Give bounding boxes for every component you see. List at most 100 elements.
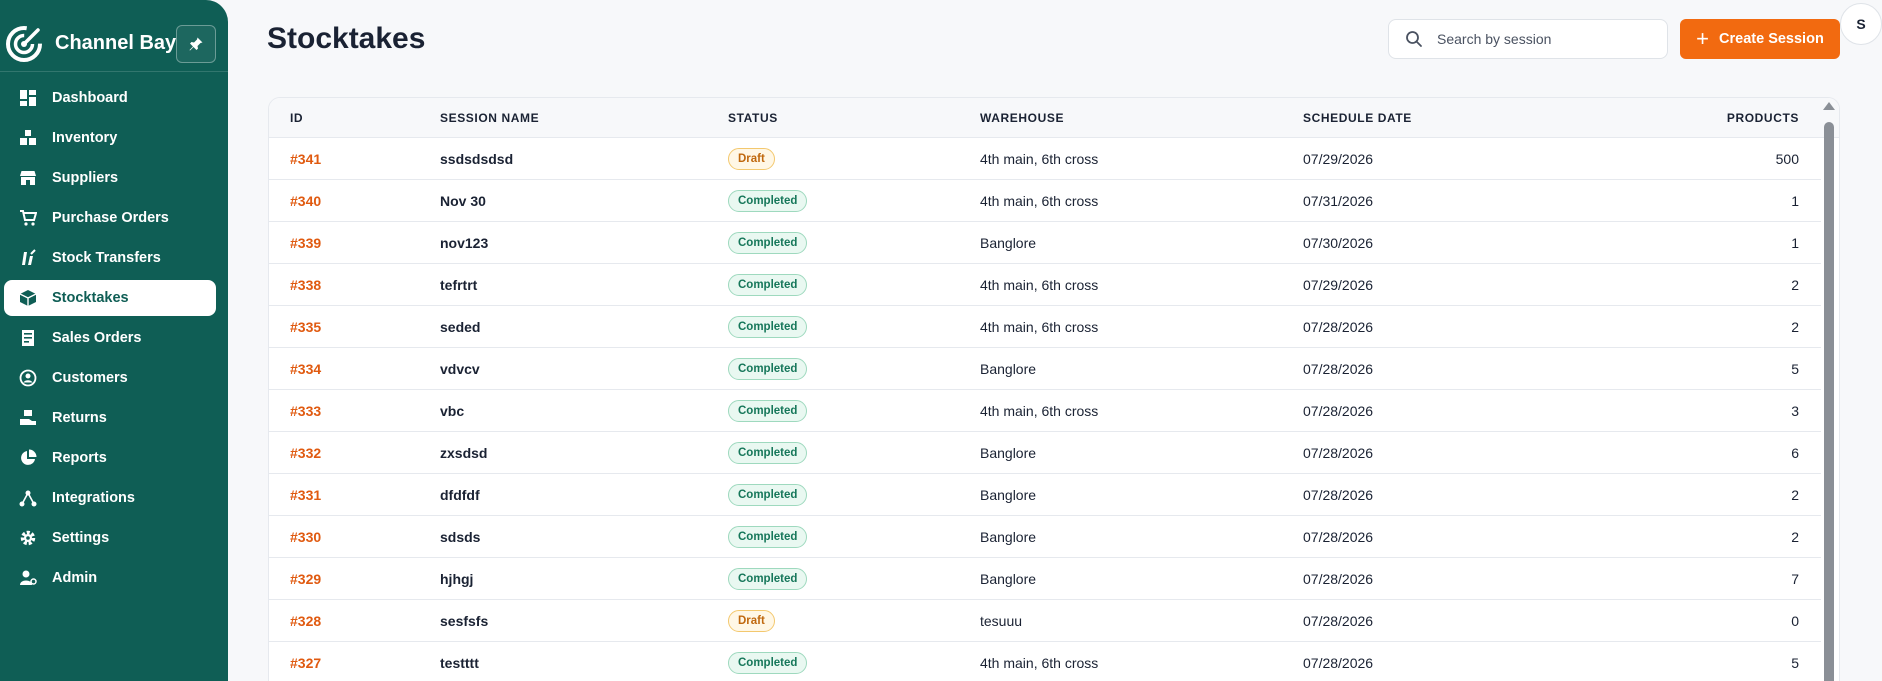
schedule-date: 07/28/2026 [1303,529,1374,545]
stocktake-id-link[interactable]: #332 [290,432,321,474]
schedule-date: 07/28/2026 [1303,361,1374,377]
sidebar-item-dashboard[interactable]: Dashboard [4,80,216,116]
admin-icon [18,568,38,588]
sidebar-item-purchase-orders[interactable]: Purchase Orders [4,200,216,236]
search-box[interactable] [1388,19,1668,59]
stocktake-id-link[interactable]: #335 [290,306,321,348]
stocktake-id-link[interactable]: #330 [290,516,321,558]
session-name: vdvcv [440,361,480,377]
warehouse-name: 4th main, 6th cross [980,403,1099,419]
warehouse-name: Banglore [980,361,1037,377]
stocktake-id-link[interactable]: #339 [290,222,321,264]
warehouse-name: 4th main, 6th cross [980,193,1099,209]
table-row[interactable]: #332 zxsdsd Completed Banglore 07/28/2026 6 [269,432,1821,474]
sidebar-item-label: Stocktakes [52,290,129,306]
avatar[interactable]: S [1840,3,1882,45]
table-row[interactable]: #333 vbc Completed 4th main, 6th cross 07/28… [269,390,1821,432]
status-cell: Completed [728,390,808,432]
sidebar: Channel Bay Dashboard Inventory Supplier… [0,0,228,681]
status-badge: Completed [728,651,808,675]
table-scrollbar[interactable] [1823,102,1835,681]
scroll-thumb[interactable] [1824,122,1834,681]
table-row[interactable]: #334 vdvcv Completed Banglore 07/28/2026 5 [269,348,1821,390]
customers-icon [18,368,38,388]
sidebar-item-integrations[interactable]: Integrations [4,480,216,516]
store-icon [18,168,38,188]
session-name: sdsds [440,529,481,545]
status-badge: Completed [728,483,808,507]
schedule-date: 07/28/2026 [1303,571,1374,587]
status-cell: Completed [728,180,808,222]
sidebar-item-returns[interactable]: Returns [4,400,216,436]
column-header-schedule-date[interactable]: SCHEDULE DATE [1303,111,1412,125]
products-count: 7 [1791,571,1799,587]
sidebar-item-stock-transfers[interactable]: Stock Transfers [4,240,216,276]
products-count: 2 [1791,487,1799,503]
column-header-status[interactable]: STATUS [728,111,778,125]
stocktake-id-link[interactable]: #341 [290,138,321,180]
table-row[interactable]: #339 nov123 Completed Banglore 07/30/2026 1 [269,222,1821,264]
table-row[interactable]: #329 hjhgj Completed Banglore 07/28/2026 7 [269,558,1821,600]
column-header-id[interactable]: ID [290,111,303,125]
table-row[interactable]: #327 testttt Completed 4th main, 6th cross 0… [269,642,1821,681]
column-header-products[interactable]: PRODUCTS [1679,111,1799,125]
sidebar-item-label: Integrations [52,490,135,506]
column-header-warehouse[interactable]: WAREHOUSE [980,111,1064,125]
scroll-up-arrow-icon[interactable] [1823,102,1835,110]
stocktake-id-link[interactable]: #329 [290,558,321,600]
table-row[interactable]: #340 Nov 30 Completed 4th main, 6th cross 07… [269,180,1821,222]
session-name: seded [440,319,481,335]
warehouse-name: Banglore [980,529,1037,545]
stocktake-id-link[interactable]: #334 [290,348,321,390]
session-name: nov123 [440,235,489,251]
search-input[interactable] [1437,31,1657,47]
warehouse-name: 4th main, 6th cross [980,655,1099,671]
sidebar-item-label: Purchase Orders [52,210,169,226]
stocktake-id-link[interactable]: #333 [290,390,321,432]
warehouse-name: Banglore [980,571,1037,587]
session-name: zxsdsd [440,445,488,461]
status-cell: Completed [728,306,808,348]
table-row[interactable]: #328 sesfsfs Draft tesuuu 07/28/2026 0 [269,600,1821,642]
products-count: 1 [1791,235,1799,251]
sidebar-item-settings[interactable]: Settings [4,520,216,556]
column-header-session-name[interactable]: SESSION NAME [440,111,539,125]
pin-sidebar-button[interactable] [176,25,216,63]
stocktake-id-link[interactable]: #327 [290,642,321,681]
stocktake-id-link[interactable]: #331 [290,474,321,516]
inventory-icon [18,128,38,148]
table-row[interactable]: #330 sdsds Completed Banglore 07/28/2026 2 [269,516,1821,558]
status-badge: Completed [728,441,808,465]
table-row[interactable]: #331 dfdfdf Completed Banglore 07/28/2026 2 [269,474,1821,516]
status-badge: Completed [728,231,808,255]
stocktake-id-link[interactable]: #338 [290,264,321,306]
channel-bay-logo-icon[interactable] [4,24,44,64]
stocktake-id-link[interactable]: #340 [290,180,321,222]
create-session-button[interactable]: + Create Session [1680,19,1840,59]
sidebar-item-stocktakes[interactable]: Stocktakes [4,280,216,316]
session-name: hjhgj [440,571,474,587]
status-badge: Completed [728,525,808,549]
table-row[interactable]: #338 tefrtrt Completed 4th main, 6th cross 0… [269,264,1821,306]
products-count: 5 [1791,655,1799,671]
sidebar-item-sales-orders[interactable]: Sales Orders [4,320,216,356]
session-name: ssdsdsdsd [440,151,514,167]
search-icon [1406,31,1422,47]
sidebar-item-admin[interactable]: Admin [4,560,216,596]
table-row[interactable]: #341 ssdsdsdsd Draft 4th main, 6th cross 07/… [269,138,1821,180]
warehouse-name: 4th main, 6th cross [980,277,1099,293]
table-row[interactable]: #335 seded Completed 4th main, 6th cross 07/… [269,306,1821,348]
box-icon [18,288,38,308]
warehouse-name: tesuuu [980,613,1023,629]
brand-name[interactable]: Channel Bay [55,32,176,55]
products-count: 6 [1791,445,1799,461]
sidebar-item-reports[interactable]: Reports [4,440,216,476]
sidebar-item-suppliers[interactable]: Suppliers [4,160,216,196]
session-name: vbc [440,403,465,419]
gear-icon [18,528,38,548]
sidebar-item-customers[interactable]: Customers [4,360,216,396]
sidebar-item-label: Settings [52,530,110,546]
session-name: Nov 30 [440,193,486,209]
stocktake-id-link[interactable]: #328 [290,600,321,642]
sidebar-item-inventory[interactable]: Inventory [4,120,216,156]
